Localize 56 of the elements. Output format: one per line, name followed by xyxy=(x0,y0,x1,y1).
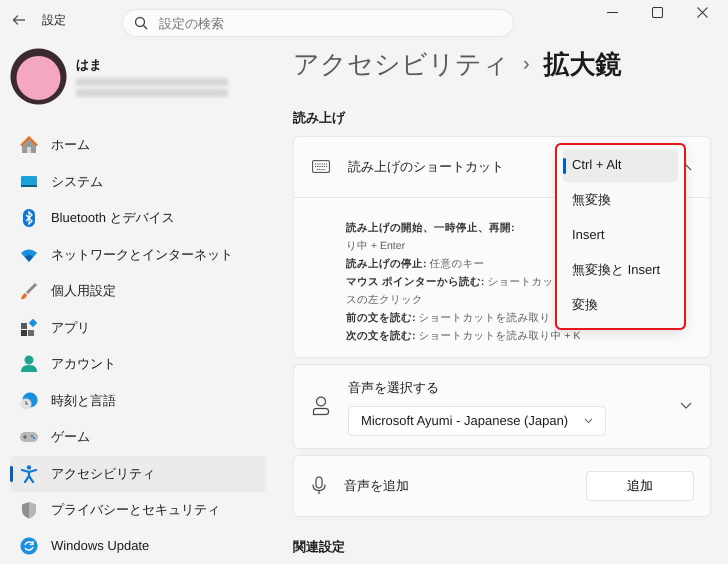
breadcrumb-separator: › xyxy=(523,52,530,77)
maximize-button[interactable] xyxy=(652,6,663,18)
menu-option[interactable]: 無変換 xyxy=(563,184,678,216)
close-button[interactable] xyxy=(697,6,708,18)
section-heading: 関連設定 xyxy=(293,538,346,556)
apps-icon xyxy=(20,318,38,336)
sidebar-item[interactable]: Bluetooth とデバイス xyxy=(10,200,266,236)
search-icon xyxy=(134,16,148,30)
sidebar-item[interactable]: 個人用設定 xyxy=(10,273,266,309)
refresh-icon xyxy=(20,537,38,555)
sidebar-item[interactable]: ネットワークとインターネット xyxy=(10,236,266,272)
sidebar-item[interactable]: ゲーム xyxy=(10,419,266,455)
sidebar-item[interactable]: システム xyxy=(10,164,266,200)
description-text: 読み上げの停止: 任意のキー xyxy=(346,256,484,272)
menu-option[interactable]: 変換 xyxy=(563,288,678,322)
keyboard-icon xyxy=(312,160,330,173)
menu-option[interactable]: Insert xyxy=(563,218,678,252)
dropdown-caret-icon xyxy=(584,418,594,424)
person-icon xyxy=(20,355,38,373)
setting-label: 音声を選択する xyxy=(348,379,440,398)
user-name: はま xyxy=(76,56,103,74)
shield-icon xyxy=(20,500,38,518)
sidebar-item[interactable]: アクセシビリティ xyxy=(10,456,266,492)
sidebar-item[interactable]: Windows Update xyxy=(10,528,266,564)
avatar xyxy=(10,48,67,104)
description-text: 次の文を読む: ショートカットを読み取り中 + K xyxy=(346,328,580,344)
sidebar-item[interactable]: アプリ xyxy=(10,310,266,346)
sidebar-item[interactable]: 時刻と言語 xyxy=(10,382,266,418)
accessibility-icon xyxy=(20,464,38,482)
voice-dropdown[interactable]: Microsoft Ayumi - Japanese (Japan) xyxy=(348,406,606,436)
bluetooth-icon xyxy=(20,209,38,227)
description-text: マウス ポインターから読む: ショートカッ xyxy=(346,274,554,290)
page-title: 拡大鏡 xyxy=(544,48,622,80)
window-title: 設定 xyxy=(42,12,66,29)
setting-label: 音声を追加 xyxy=(344,476,409,495)
menu-option[interactable]: Ctrl + Alt xyxy=(563,148,678,182)
menu-option[interactable]: 無変換と Insert xyxy=(563,254,678,286)
sidebar-item[interactable]: プライバシーとセキュリティ xyxy=(10,492,266,528)
description-text: り中 + Enter xyxy=(346,238,406,254)
add-button[interactable]: 追加 xyxy=(586,470,694,500)
brush-icon xyxy=(20,282,38,300)
description-text: スの左クリック xyxy=(346,292,423,308)
sidebar-item[interactable]: ホーム xyxy=(10,127,266,163)
setting-label: 読み上げのショートカット xyxy=(348,158,504,176)
globe-clock-icon xyxy=(20,392,38,410)
search-field[interactable]: 設定の検索 xyxy=(122,9,514,37)
description-text: 読み上げの開始、一時停止、再開: xyxy=(346,220,514,236)
breadcrumb-link[interactable]: アクセシビリティ xyxy=(293,44,509,84)
sidebar-item[interactable]: アカウント xyxy=(10,346,266,382)
description-text: 前の文を読む: ショートカットを読み取り xyxy=(346,310,550,326)
microphone-icon xyxy=(312,476,326,495)
section-heading: 読み上げ xyxy=(293,109,346,127)
person-icon xyxy=(312,396,330,416)
home-icon xyxy=(20,136,38,154)
back-button[interactable] xyxy=(12,14,26,26)
expand-chevron-icon[interactable] xyxy=(680,402,692,410)
